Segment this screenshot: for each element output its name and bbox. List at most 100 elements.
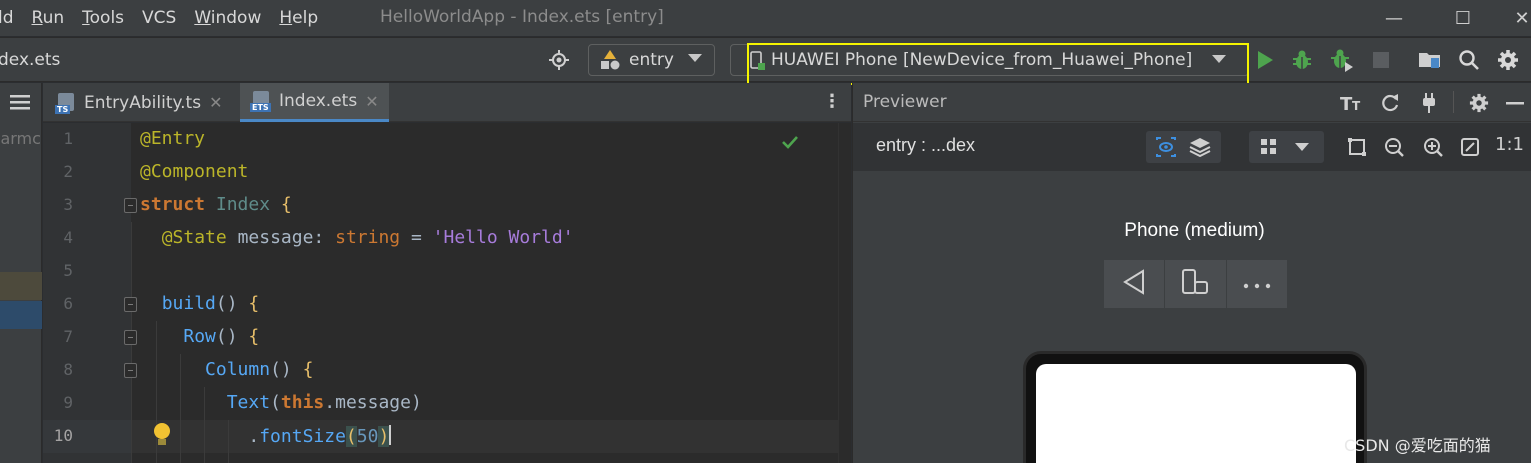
code-text: @Component [140,161,249,182]
code-text: Row() { [183,326,260,347]
menu-help-label: elp [292,8,319,28]
rotate-device-icon [1180,269,1210,299]
run-config-select[interactable]: entry [588,44,715,76]
watermark-text: CSDN @爱吃面的猫 [1344,436,1491,455]
svg-text:T: T [1352,99,1361,113]
code-text: build() { [161,293,260,314]
line-number: 1 [63,129,73,148]
tab-index[interactable]: ETS Index.ets ✕ [240,83,389,122]
device-manager-icon[interactable] [1418,48,1442,72]
more-button[interactable] [1227,260,1287,308]
menu-run-label: un [42,8,65,28]
code-line: 4 @State message: string = 'Hello World' [43,222,838,255]
project-tree-text: larmc [0,129,41,148]
maximize-button[interactable]: ☐ [1448,4,1478,32]
code-editor[interactable]: 1 @Entry 2 @Component 3 struct Index { 4… [43,123,838,463]
menu-help[interactable]: Help [279,8,318,28]
ts-file-icon: TS [55,92,77,114]
gear-icon[interactable] [1496,48,1520,72]
view-mode-toggle [1146,131,1221,163]
stop-icon[interactable] [1369,48,1393,72]
menu-help-mnemonic: H [279,8,293,28]
ets-file-icon: ETS [250,90,272,112]
line-number: 9 [63,393,73,412]
layers-icon[interactable] [1188,135,1212,159]
editor-scrollbar[interactable] [838,123,851,463]
debug-bug-icon[interactable] [1290,48,1314,72]
line-number: 7 [63,327,73,346]
project-panel-edge: larmc [0,83,42,463]
previewer-title: Previewer [863,92,947,112]
fit-screen-icon[interactable] [1458,135,1482,159]
plug-icon[interactable] [1417,91,1441,115]
locate-target-icon[interactable] [547,48,571,72]
menu-vcs-label: VCS [142,8,177,28]
menu-vcs[interactable]: VCS [142,8,176,28]
module-icon [599,49,621,71]
minimize-panel-icon[interactable] [1503,91,1527,115]
tab-label: Index.ets [279,91,358,111]
menu-run-mnemonic: R [31,8,43,28]
zoom-out-icon[interactable] [1382,135,1406,159]
attach-debugger-icon[interactable] [1330,48,1354,72]
phone-screen[interactable] [1036,364,1356,463]
preview-canvas: Phone (medium) [853,171,1531,463]
minimize-button[interactable]: — [1379,4,1409,32]
inspector-eye-icon[interactable] [1154,135,1178,159]
breadcrumb-file[interactable]: dex.ets [0,50,60,70]
code-line: 8 Column() { [43,354,838,387]
code-line: 7 Row() { [43,321,838,354]
code-text: Text(this.message) [226,392,422,413]
tab-entryability[interactable]: TS EntryAbility.ts ✕ [55,83,222,122]
fold-marker-icon[interactable] [124,363,137,378]
actual-size-label[interactable]: 1:1 [1495,134,1524,155]
menu-build[interactable]: ld [0,8,14,28]
menu-tools-mnemonic: T [82,8,90,28]
code-text: .fontSize(50) [140,425,392,447]
code-text: struct Index { [140,194,292,215]
rotate-button[interactable] [1165,260,1227,308]
code-text: @State message: string = 'Hello World' [161,227,574,248]
back-button[interactable] [1104,260,1166,308]
editor-tabs: TS EntryAbility.ts ✕ ETS Index.ets ✕ ⋮ [43,83,851,122]
device-select[interactable]: HUAWEI Phone [NewDevice_from_Huawei_Phon… [730,44,1249,76]
code-text: @Entry [140,128,206,149]
lightbulb-icon[interactable] [151,420,173,450]
fold-marker-icon[interactable] [124,297,137,312]
search-icon[interactable] [1457,48,1481,72]
fold-marker-icon[interactable] [124,330,137,345]
code-line: 6 build() { [43,288,838,321]
menu-window[interactable]: Window [194,8,261,28]
menu-tools[interactable]: Tools [82,8,124,28]
code-line: 3 struct Index { [43,189,838,222]
tab-overflow-menu-icon[interactable]: ⋮ [823,91,841,112]
menu-tools-label: ools [89,8,125,28]
previewer-toolbar: entry : ...dex 1:1 [853,123,1531,171]
fit-frame-icon[interactable] [1345,135,1369,159]
chevron-down-icon [1212,55,1226,63]
code-line: 1 @Entry [43,123,838,156]
fold-marker-icon[interactable] [124,198,137,213]
zoom-in-icon[interactable] [1421,135,1445,159]
menu-run[interactable]: Run [32,8,65,28]
code-line: 5 [43,255,838,288]
line-number: 10 [53,426,73,445]
phone-frame [1023,351,1367,463]
window-title: HelloWorldApp - Index.ets [entry] [380,7,664,27]
menu-lines-icon[interactable] [10,94,30,110]
line-number: 4 [63,228,73,247]
close-window-button[interactable]: ✕ [1507,4,1531,32]
gear-icon[interactable] [1467,91,1491,115]
menu-bar: ld Run Tools VCS Window Help [0,0,1531,36]
grid-icon [1257,135,1281,159]
toolbar-divider [1453,91,1454,113]
menu-window-mnemonic: W [194,8,211,28]
font-size-icon[interactable]: TT [1340,91,1364,115]
close-icon[interactable]: ✕ [365,92,378,111]
run-icon[interactable] [1253,48,1277,72]
close-icon[interactable]: ✕ [209,93,222,112]
line-number: 2 [63,162,73,181]
refresh-icon[interactable] [1378,91,1402,115]
component-select[interactable] [1249,131,1324,163]
device-phone-icon [747,51,767,71]
